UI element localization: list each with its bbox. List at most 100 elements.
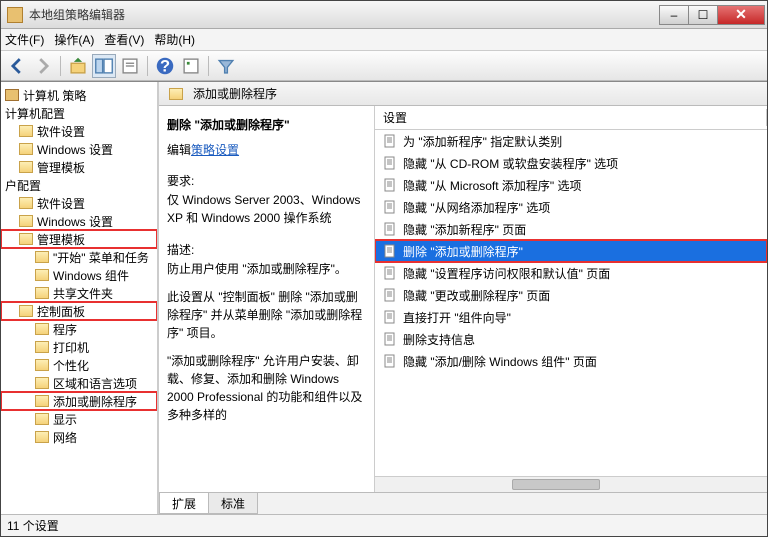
folder-icon	[35, 287, 49, 299]
tree-uc-templates[interactable]: 管理模板	[1, 230, 157, 248]
path-header: 添加或删除程序	[159, 82, 767, 106]
tree-label: 管理模板	[37, 159, 85, 176]
tree-printers[interactable]: 打印机	[1, 338, 157, 356]
settings-item[interactable]: 隐藏 "添加/删除 Windows 组件" 页面	[375, 350, 767, 372]
tab-extended[interactable]: 扩展	[159, 493, 209, 514]
statusbar: 11 个设置	[1, 514, 767, 536]
tree-network[interactable]: 网络	[1, 428, 157, 446]
main-window: 本地组策略编辑器 – ☐ ✕ 文件(F) 操作(A) 查看(V) 帮助(H) ?…	[0, 0, 768, 537]
policy-icon	[383, 134, 397, 148]
window-title: 本地组策略编辑器	[29, 6, 660, 23]
back-button[interactable]	[5, 54, 29, 78]
tree-add-remove[interactable]: 添加或删除程序	[1, 392, 157, 410]
tree-personalization[interactable]: 个性化	[1, 356, 157, 374]
tree-label: Windows 设置	[37, 141, 113, 158]
edit-policy-link[interactable]: 策略设置	[191, 143, 239, 157]
folder-icon	[19, 197, 33, 209]
menu-view[interactable]: 查看(V)	[104, 31, 144, 48]
tree-win-components[interactable]: Windows 组件	[1, 266, 157, 284]
tree-root[interactable]: 计算机 策略	[1, 86, 157, 104]
settings-item-label: 隐藏 "从 CD-ROM 或软盘安装程序" 选项	[403, 155, 618, 172]
settings-item[interactable]: 隐藏 "从网络添加程序" 选项	[375, 196, 767, 218]
desc-text-2: 此设置从 "控制面板" 删除 "添加或删除程序" 并从菜单删除 "添加或删除程序…	[167, 288, 366, 342]
folder-icon	[35, 341, 49, 353]
settings-item-label: 隐藏 "设置程序访问权限和默认值" 页面	[403, 265, 610, 282]
right-pane: 添加或删除程序 删除 "添加或删除程序" 编辑策略设置 要求: 仅 Window…	[159, 82, 767, 514]
folder-icon	[35, 377, 49, 389]
desc-title: 删除 "添加或删除程序"	[167, 116, 366, 133]
settings-item-label: 隐藏 "更改或删除程序" 页面	[403, 287, 550, 304]
menu-action[interactable]: 操作(A)	[54, 31, 94, 48]
options-button[interactable]	[179, 54, 203, 78]
tree-label: 程序	[53, 321, 77, 338]
maximize-button[interactable]: ☐	[688, 5, 718, 25]
settings-item-label: 隐藏 "添加/删除 Windows 组件" 页面	[403, 353, 597, 370]
req-text: 仅 Windows Server 2003、Windows XP 和 Windo…	[167, 191, 366, 227]
tree-label: Windows 设置	[37, 213, 113, 230]
tree-region-lang[interactable]: 区域和语言选项	[1, 374, 157, 392]
show-hide-tree-button[interactable]	[92, 54, 116, 78]
settings-item[interactable]: 为 "添加新程序" 指定默认类别	[375, 130, 767, 152]
tree-label: 软件设置	[37, 123, 85, 140]
policy-icon	[383, 332, 397, 346]
settings-list-panel: 设置 为 "添加新程序" 指定默认类别隐藏 "从 CD-ROM 或软盘安装程序"…	[375, 106, 767, 492]
folder-icon	[35, 413, 49, 425]
status-text: 11 个设置	[7, 517, 59, 534]
policy-icon	[383, 310, 397, 324]
settings-item-label: 直接打开 "组件向导"	[403, 309, 511, 326]
tree-cc-windows[interactable]: Windows 设置	[1, 140, 157, 158]
tree: 计算机 策略 计算机配置 软件设置 Windows 设置 管理模板 户配置 软件…	[1, 82, 157, 450]
horizontal-scrollbar[interactable]	[375, 476, 767, 492]
result-tabs: 扩展 标准	[159, 492, 767, 514]
toolbar-separator	[60, 56, 61, 76]
tree-display[interactable]: 显示	[1, 410, 157, 428]
edit-row: 编辑策略设置	[167, 141, 366, 158]
tree-shared-folders[interactable]: 共享文件夹	[1, 284, 157, 302]
menu-file[interactable]: 文件(F)	[5, 31, 44, 48]
filter-button[interactable]	[214, 54, 238, 78]
tree-control-panel[interactable]: 控制面板	[1, 302, 157, 320]
tree-label: Windows 组件	[53, 267, 129, 284]
tree-computer-config[interactable]: 计算机配置	[1, 104, 157, 122]
tab-standard[interactable]: 标准	[208, 493, 258, 514]
settings-item[interactable]: 隐藏 "设置程序访问权限和默认值" 页面	[375, 262, 767, 284]
up-button[interactable]	[66, 54, 90, 78]
settings-item[interactable]: 隐藏 "从 Microsoft 添加程序" 选项	[375, 174, 767, 196]
tree-cc-templates[interactable]: 管理模板	[1, 158, 157, 176]
settings-list[interactable]: 为 "添加新程序" 指定默认类别隐藏 "从 CD-ROM 或软盘安装程序" 选项…	[375, 130, 767, 476]
forward-button[interactable]	[31, 54, 55, 78]
desc-text-3: "添加或删除程序" 允许用户安装、卸载、修复、添加和删除 Windows 200…	[167, 352, 366, 424]
tree-cc-software[interactable]: 软件设置	[1, 122, 157, 140]
properties-button[interactable]	[118, 54, 142, 78]
settings-item[interactable]: 删除支持信息	[375, 328, 767, 350]
settings-item[interactable]: 隐藏 "从 CD-ROM 或软盘安装程序" 选项	[375, 152, 767, 174]
tree-label: 区域和语言选项	[53, 375, 137, 392]
help-button[interactable]: ?	[153, 54, 177, 78]
close-button[interactable]: ✕	[717, 5, 765, 25]
settings-item[interactable]: 直接打开 "组件向导"	[375, 306, 767, 328]
settings-item[interactable]: 隐藏 "更改或删除程序" 页面	[375, 284, 767, 306]
tree-start-menu[interactable]: "开始" 菜单和任务	[1, 248, 157, 266]
menu-help[interactable]: 帮助(H)	[154, 31, 195, 48]
folder-icon	[35, 395, 49, 407]
list-header: 设置	[375, 106, 767, 130]
settings-item-label: 隐藏 "从网络添加程序" 选项	[403, 199, 550, 216]
folder-icon	[35, 359, 49, 371]
policy-icon	[383, 288, 397, 302]
settings-item[interactable]: 隐藏 "添加新程序" 页面	[375, 218, 767, 240]
desc-text-1: 防止用户使用 "添加或删除程序"。	[167, 260, 366, 278]
minimize-button[interactable]: –	[659, 5, 689, 25]
toolbar-separator	[147, 56, 148, 76]
tree-uc-software[interactable]: 软件设置	[1, 194, 157, 212]
col-settings[interactable]: 设置	[375, 109, 767, 126]
settings-item[interactable]: 删除 "添加或删除程序"	[375, 240, 767, 262]
tree-uc-windows[interactable]: Windows 设置	[1, 212, 157, 230]
settings-item-label: 隐藏 "添加新程序" 页面	[403, 221, 526, 238]
folder-icon	[35, 431, 49, 443]
tree-programs[interactable]: 程序	[1, 320, 157, 338]
policy-icon	[383, 354, 397, 368]
tree-user-config[interactable]: 户配置	[1, 176, 157, 194]
folder-icon	[19, 305, 33, 317]
tree-label: 计算机配置	[5, 105, 65, 122]
tree-pane[interactable]: 计算机 策略 计算机配置 软件设置 Windows 设置 管理模板 户配置 软件…	[1, 82, 159, 514]
